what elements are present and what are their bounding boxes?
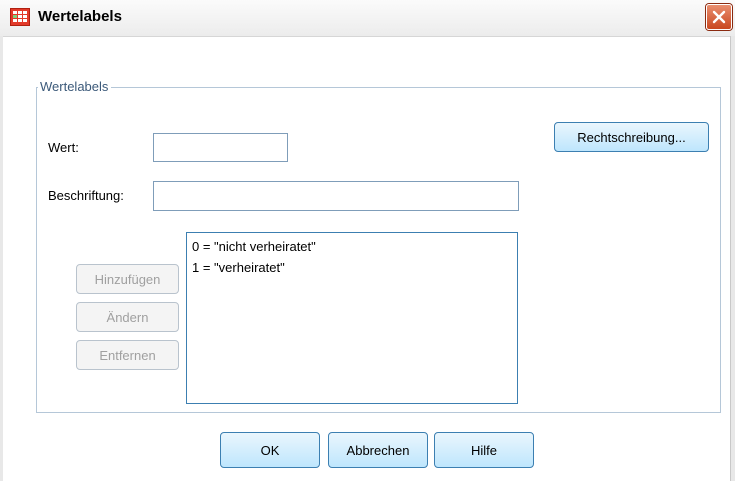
window-frame-left xyxy=(0,36,3,481)
value-label: Wert: xyxy=(48,140,79,155)
list-item[interactable]: 1 = "verheiratet" xyxy=(192,257,512,278)
spelling-button[interactable]: Rechtschreibung... xyxy=(554,122,709,152)
list-item[interactable]: 0 = "nicht verheiratet" xyxy=(192,236,512,257)
group-legend: Wertelabels xyxy=(38,79,112,94)
value-input[interactable] xyxy=(153,133,288,162)
close-button[interactable] xyxy=(706,4,732,30)
dialog-window: Wertelabels Wertelabels Wert: Beschriftu… xyxy=(0,0,735,481)
value-labels-list[interactable]: 0 = "nicht verheiratet" 1 = "verheiratet… xyxy=(186,232,518,404)
window-frame-right xyxy=(730,36,735,481)
title-bar[interactable]: Wertelabels xyxy=(0,0,735,37)
remove-button[interactable]: Entfernen xyxy=(76,340,179,370)
ok-button[interactable]: OK xyxy=(220,432,320,468)
window-title: Wertelabels xyxy=(38,8,122,25)
change-button[interactable]: Ändern xyxy=(76,302,179,332)
add-button[interactable]: Hinzufügen xyxy=(76,264,179,294)
help-button[interactable]: Hilfe xyxy=(434,432,534,468)
close-icon xyxy=(712,10,726,24)
table-grid-icon xyxy=(10,8,30,26)
caption-input[interactable] xyxy=(153,181,519,211)
cancel-button[interactable]: Abbrechen xyxy=(328,432,428,468)
caption-label: Beschriftung: xyxy=(48,188,124,203)
